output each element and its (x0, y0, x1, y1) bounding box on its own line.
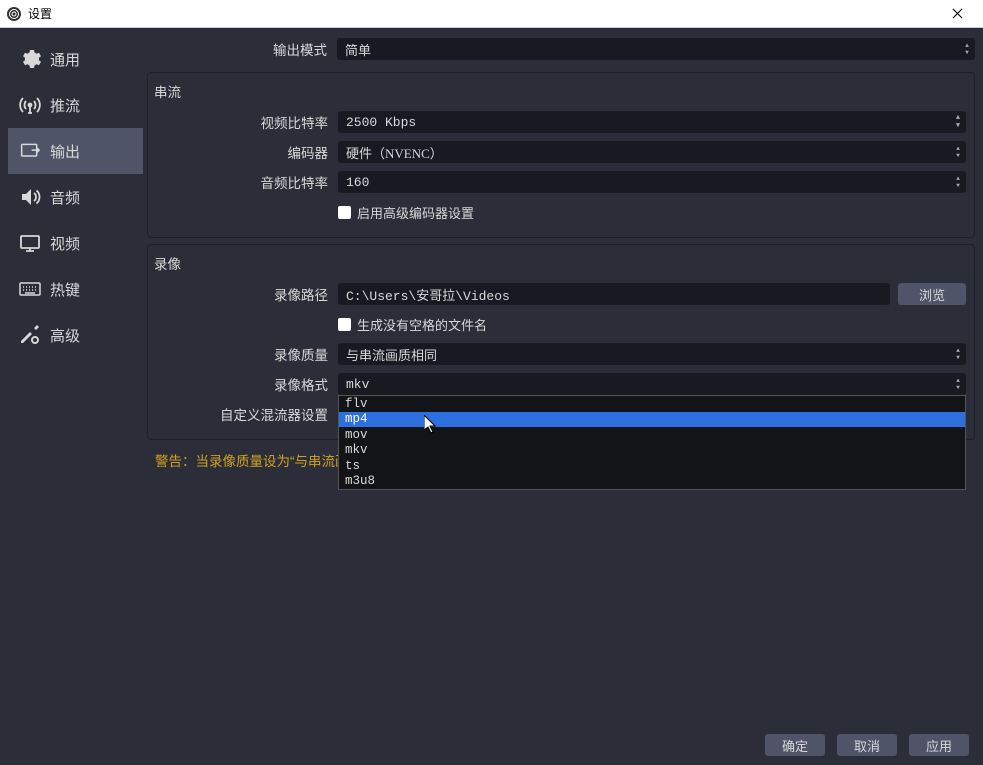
apply-button[interactable]: 应用 (909, 734, 969, 756)
body: 通用 推流 输出 音频 (0, 28, 983, 725)
tools-icon (18, 323, 42, 347)
sidebar-item-stream[interactable]: 推流 (8, 82, 143, 128)
audio-bitrate-select[interactable]: 160 ▲▼ (338, 171, 966, 193)
sidebar-item-label: 高级 (50, 325, 80, 346)
advanced-encoder-checkbox[interactable]: 启用高级编码器设置 (338, 203, 474, 222)
sidebar-item-label: 输出 (50, 141, 80, 162)
recording-legend: 录像 (154, 253, 966, 273)
output-mode-row: 输出模式 简单 ▲▼ (147, 36, 975, 62)
video-icon (18, 231, 42, 255)
recording-quality-row: 录像质量 与串流画质相同 ▲▼ (156, 341, 966, 367)
sidebar-item-general[interactable]: 通用 (8, 36, 143, 82)
close-button[interactable] (937, 0, 977, 28)
sidebar-item-output[interactable]: 输出 (8, 128, 143, 174)
combo-arrows-icon: ▲▼ (961, 39, 973, 59)
sidebar-item-label: 通用 (50, 49, 80, 70)
sidebar-item-advanced[interactable]: 高级 (8, 312, 143, 358)
format-option[interactable]: m3u8 (339, 474, 965, 490)
broadcast-icon (18, 93, 42, 117)
video-bitrate-value: 2500 Kbps (346, 115, 416, 130)
sidebar-item-video[interactable]: 视频 (8, 220, 143, 266)
app-icon (6, 6, 22, 22)
combo-arrows-icon: ▲▼ (952, 172, 964, 192)
sidebar-item-label: 热键 (50, 279, 80, 300)
format-option[interactable]: mkv (339, 443, 965, 459)
advanced-encoder-label: 启用高级编码器设置 (357, 203, 474, 222)
recording-format-label: 录像格式 (156, 374, 338, 394)
audio-bitrate-label: 音频比特率 (156, 172, 338, 192)
no-space-label: 生成没有空格的文件名 (357, 315, 487, 334)
encoder-label: 编码器 (156, 142, 338, 162)
video-bitrate-input[interactable]: 2500 Kbps ▲▼ (338, 111, 966, 133)
keyboard-icon (18, 277, 42, 301)
checkbox-box (338, 318, 351, 331)
streaming-legend: 串流 (154, 81, 966, 101)
video-bitrate-label: 视频比特率 (156, 112, 338, 132)
format-dropdown[interactable]: flvmp4movmkvtsm3u8 (338, 395, 966, 490)
muxer-label: 自定义混流器设置 (156, 404, 338, 424)
recording-format-value: mkv (346, 377, 369, 392)
gear-icon (18, 47, 42, 71)
recording-quality-label: 录像质量 (156, 344, 338, 364)
sidebar-item-label: 视频 (50, 233, 80, 254)
combo-arrows-icon: ▲▼ (952, 142, 964, 162)
no-space-checkbox[interactable]: 生成没有空格的文件名 (338, 315, 487, 334)
combo-arrows-icon: ▲▼ (952, 374, 964, 394)
sidebar-item-label: 音频 (50, 187, 80, 208)
ok-button[interactable]: 确定 (765, 734, 825, 756)
sidebar: 通用 推流 输出 音频 (8, 36, 143, 717)
cancel-button[interactable]: 取消 (837, 734, 897, 756)
audio-icon (18, 185, 42, 209)
format-option[interactable]: mp4 (339, 412, 965, 428)
video-bitrate-row: 视频比特率 2500 Kbps ▲▼ (156, 109, 966, 135)
recording-format-select[interactable]: mkv ▲▼ (338, 373, 966, 395)
spin-arrows-icon[interactable]: ▲▼ (952, 112, 964, 132)
recording-path-input[interactable]: C:\Users\安哥拉\Videos (338, 283, 890, 305)
audio-bitrate-value: 160 (346, 175, 369, 190)
encoder-select[interactable]: 硬件（NVENC） ▲▼ (338, 141, 966, 163)
recording-path-row: 录像路径 C:\Users\安哥拉\Videos 浏览 (156, 281, 966, 307)
streaming-group: 串流 视频比特率 2500 Kbps ▲▼ 编码器 硬件（NVENC） ▲▼ (147, 72, 975, 238)
no-space-row: 生成没有空格的文件名 (156, 311, 966, 337)
settings-window: 设置 通用 推流 输出 (0, 0, 983, 765)
output-mode-value: 简单 (345, 40, 371, 59)
sidebar-item-hotkeys[interactable]: 热键 (8, 266, 143, 312)
output-mode-select[interactable]: 简单 ▲▼ (337, 38, 975, 60)
recording-quality-value: 与串流画质相同 (346, 345, 437, 364)
content: 输出模式 简单 ▲▼ 串流 视频比特率 2500 Kbps ▲▼ 编码器 (147, 36, 975, 717)
footer: 确定 取消 应用 (0, 725, 983, 765)
output-icon (18, 139, 42, 163)
checkbox-box (338, 206, 351, 219)
format-option[interactable]: flv (339, 396, 965, 412)
sidebar-item-audio[interactable]: 音频 (8, 174, 143, 220)
browse-button[interactable]: 浏览 (898, 283, 966, 305)
encoder-row: 编码器 硬件（NVENC） ▲▼ (156, 139, 966, 165)
combo-arrows-icon: ▲▼ (952, 344, 964, 364)
format-option[interactable]: ts (339, 458, 965, 474)
audio-bitrate-row: 音频比特率 160 ▲▼ (156, 169, 966, 195)
recording-path-value: C:\Users\安哥拉\Videos (346, 285, 510, 304)
sidebar-item-label: 推流 (50, 95, 80, 116)
encoder-value: 硬件（NVENC） (346, 143, 443, 162)
recording-path-label: 录像路径 (156, 284, 338, 304)
titlebar: 设置 (0, 0, 983, 28)
output-mode-label: 输出模式 (147, 39, 337, 59)
advanced-encoder-row: 启用高级编码器设置 (156, 199, 966, 225)
window-title: 设置 (28, 5, 937, 22)
recording-quality-select[interactable]: 与串流画质相同 ▲▼ (338, 343, 966, 365)
recording-format-row: 录像格式 mkv ▲▼ (156, 371, 966, 397)
format-option[interactable]: mov (339, 427, 965, 443)
